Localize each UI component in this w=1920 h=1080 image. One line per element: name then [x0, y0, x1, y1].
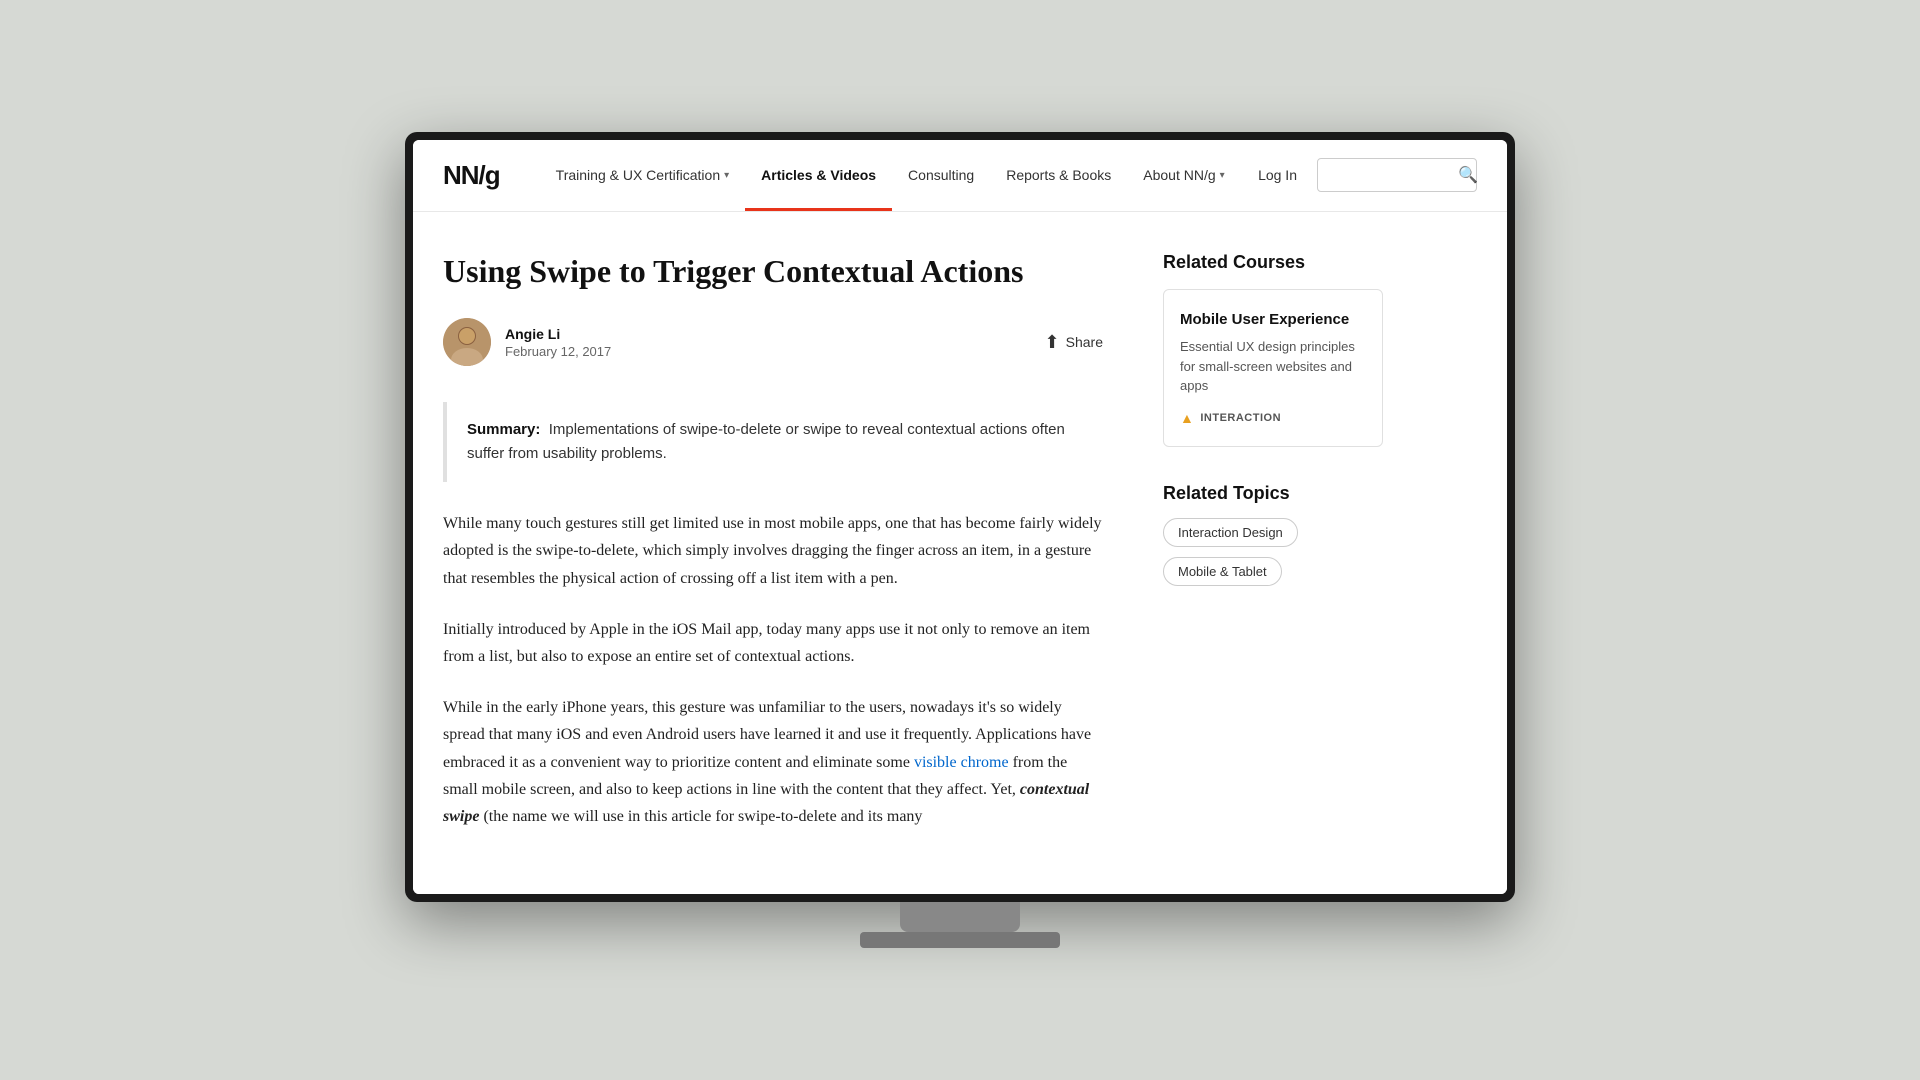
course-card[interactable]: Mobile User Experience Essential UX desi…	[1163, 289, 1383, 447]
article-paragraph-1: While many touch gestures still get limi…	[443, 510, 1103, 592]
topic-mobile-tablet[interactable]: Mobile & Tablet	[1163, 557, 1282, 586]
related-courses-title: Related Courses	[1163, 252, 1383, 273]
nav-item-consulting[interactable]: Consulting	[892, 140, 990, 212]
article-section: Using Swipe to Trigger Contextual Action…	[443, 252, 1103, 854]
nav-item-training[interactable]: Training & UX Certification ▾	[540, 140, 745, 212]
nav-item-reports[interactable]: Reports & Books	[990, 140, 1127, 212]
course-tag-label: INTERACTION	[1200, 412, 1281, 424]
course-title: Mobile User Experience	[1180, 310, 1366, 330]
nav-item-about[interactable]: About NN/g ▾	[1127, 140, 1240, 212]
article-title: Using Swipe to Trigger Contextual Action…	[443, 252, 1103, 290]
related-topics-title: Related Topics	[1163, 483, 1383, 504]
nav-item-articles[interactable]: Articles & Videos	[745, 140, 892, 212]
interaction-icon: ▲	[1180, 410, 1194, 426]
author-row: Angie Li February 12, 2017 ⬆ Share	[443, 318, 1103, 366]
nav-right: Log In 🔍	[1254, 158, 1477, 192]
article-paragraph-3: While in the early iPhone years, this ge…	[443, 694, 1103, 830]
share-icon: ⬆	[1045, 332, 1060, 353]
course-tag: ▲ INTERACTION	[1180, 410, 1366, 426]
topics-list: Interaction Design Mobile & Tablet	[1163, 518, 1383, 586]
main-content: Using Swipe to Trigger Contextual Action…	[413, 212, 1507, 894]
search-box[interactable]: 🔍	[1317, 158, 1477, 192]
topic-interaction-design[interactable]: Interaction Design	[1163, 518, 1298, 547]
visible-chrome-link[interactable]: visible chrome	[914, 754, 1009, 771]
chevron-down-icon: ▾	[1220, 170, 1225, 181]
monitor-stand	[900, 902, 1020, 932]
course-description: Essential UX design principles for small…	[1180, 337, 1366, 396]
site-logo[interactable]: NN/g	[443, 160, 500, 191]
contextual-swipe-term: contextual swipe	[443, 781, 1089, 825]
author-name: Angie Li	[505, 326, 611, 342]
summary-box: Summary: Implementations of swipe-to-del…	[443, 402, 1103, 482]
monitor-frame: NN/g Training & UX Certification ▾ Artic…	[405, 132, 1515, 902]
share-button[interactable]: ⬆ Share	[1045, 332, 1103, 353]
nav-links: Training & UX Certification ▾ Articles &…	[540, 140, 1254, 212]
avatar-image	[443, 318, 491, 366]
login-button[interactable]: Log In	[1254, 159, 1301, 191]
browser-window: NN/g Training & UX Certification ▾ Artic…	[413, 140, 1507, 894]
search-icon[interactable]: 🔍	[1458, 165, 1478, 185]
author-date: February 12, 2017	[505, 344, 611, 359]
article-paragraph-2: Initially introduced by Apple in the iOS…	[443, 616, 1103, 670]
monitor-base	[860, 932, 1060, 948]
author-details: Angie Li February 12, 2017	[505, 326, 611, 359]
summary-label: Summary:	[467, 421, 540, 438]
sidebar: Related Courses Mobile User Experience E…	[1163, 252, 1383, 854]
author-info: Angie Li February 12, 2017	[443, 318, 611, 366]
search-input[interactable]	[1328, 167, 1458, 183]
summary-text: Summary: Implementations of swipe-to-del…	[467, 418, 1083, 466]
avatar	[443, 318, 491, 366]
chevron-down-icon: ▾	[724, 170, 729, 181]
navbar: NN/g Training & UX Certification ▾ Artic…	[413, 140, 1507, 212]
summary-body: Implementations of swipe-to-delete or sw…	[467, 421, 1065, 462]
